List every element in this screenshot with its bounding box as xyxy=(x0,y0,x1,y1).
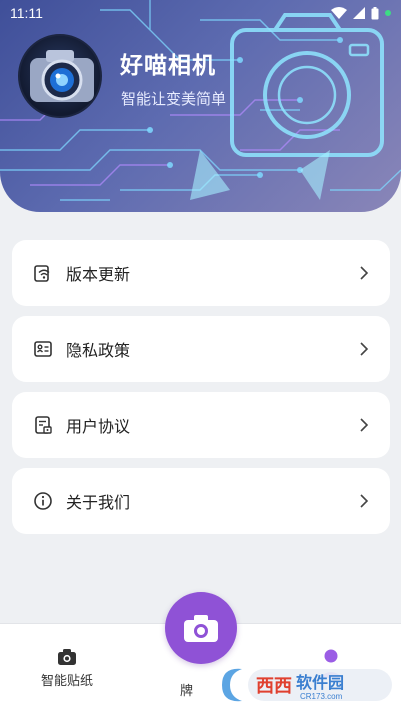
tab-smart-stickers[interactable]: 智能贴纸 xyxy=(36,648,98,689)
camera-button[interactable] xyxy=(165,592,237,664)
status-icons xyxy=(331,6,391,20)
tab-label: 牌 xyxy=(180,683,194,698)
status-indicator-dot xyxy=(385,10,391,16)
status-bar: 11:11 xyxy=(0,0,401,26)
watermark-text: 软件园 xyxy=(296,673,344,692)
chevron-right-icon xyxy=(360,342,369,356)
wifi-icon xyxy=(331,7,347,19)
camera-lens-logo-icon xyxy=(30,50,94,102)
watermark-logo-icon: 西西 软件园 CR173.com xyxy=(222,668,392,702)
agreement-icon xyxy=(32,414,54,436)
menu-item-version-update[interactable]: 版本更新 xyxy=(12,240,390,306)
chevron-right-icon xyxy=(360,266,369,280)
menu-label: 隐私政策 xyxy=(66,343,131,360)
update-icon xyxy=(32,262,54,284)
watermark-url: CR173.com xyxy=(300,692,343,701)
watermark-brand: 西西 xyxy=(256,676,292,696)
privacy-icon xyxy=(32,338,54,360)
app-title: 好喵相机 xyxy=(120,52,216,78)
menu-label: 关于我们 xyxy=(66,495,131,512)
menu-item-privacy-policy[interactable]: 隐私政策 xyxy=(12,316,390,382)
watermark: 西西 软件园 CR173.com xyxy=(212,663,392,707)
chevron-right-icon xyxy=(360,494,369,508)
camera-icon xyxy=(184,615,218,642)
menu-item-about-us[interactable]: 关于我们 xyxy=(12,468,390,534)
info-icon xyxy=(32,490,54,512)
menu-label: 版本更新 xyxy=(66,267,131,284)
menu-label: 用户协议 xyxy=(66,419,131,436)
app-slogan: 智能让变美简单 xyxy=(121,91,227,108)
status-time: 11:11 xyxy=(10,5,43,21)
signal-icon xyxy=(353,7,365,19)
chevron-right-icon xyxy=(360,418,369,432)
tab-label: 智能贴纸 xyxy=(40,673,93,688)
app-logo-avatar xyxy=(18,34,102,118)
sticker-camera-icon xyxy=(58,649,76,665)
battery-icon xyxy=(371,6,379,19)
menu-item-user-agreement[interactable]: 用户协议 xyxy=(12,392,390,458)
header-banner: 好喵相机 智能让变美简单 xyxy=(0,0,401,212)
